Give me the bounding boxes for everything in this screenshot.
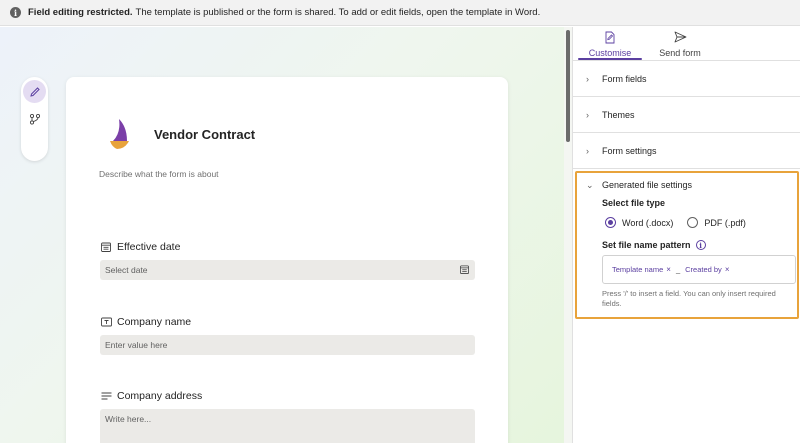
company-address-placeholder: Write here... bbox=[105, 414, 152, 424]
field-label-effective-date: Effective date bbox=[100, 240, 475, 254]
radio-label: Word (.docx) bbox=[622, 217, 674, 228]
file-type-label: Select file type bbox=[602, 198, 666, 208]
company-name-placeholder: Enter value here bbox=[105, 340, 168, 350]
settings-panel: Customise Send form › Form fields › Them… bbox=[572, 27, 800, 443]
tool-rail bbox=[21, 77, 48, 161]
generated-file-settings-header[interactable]: ⌄ Generated file settings bbox=[586, 178, 788, 192]
radio-indicator bbox=[605, 217, 616, 228]
token-label: Template name bbox=[612, 265, 664, 274]
info-icon[interactable]: i bbox=[695, 240, 706, 250]
textbox-icon bbox=[100, 316, 112, 328]
radio-indicator bbox=[687, 217, 699, 228]
section-themes[interactable]: › Themes bbox=[573, 97, 800, 133]
file-name-pattern-label: Set file name pattern i bbox=[602, 240, 788, 250]
chevron-right-icon: › bbox=[586, 73, 589, 84]
send-icon bbox=[674, 30, 687, 44]
notice-text: The template is published or the form is… bbox=[135, 7, 541, 18]
token-created-by: Created by × bbox=[685, 265, 729, 274]
calendar-picker-icon[interactable] bbox=[460, 265, 469, 274]
form-title[interactable]: Vendor Contract bbox=[154, 127, 255, 142]
remove-token-icon[interactable]: × bbox=[666, 265, 671, 274]
generated-file-settings: ⌄ Generated file settings Select file ty… bbox=[575, 171, 799, 319]
remove-token-icon[interactable]: × bbox=[725, 265, 730, 274]
pattern-label-text: Set file name pattern bbox=[602, 240, 691, 250]
info-icon: i bbox=[10, 7, 21, 18]
date-placeholder: Select date bbox=[105, 265, 148, 275]
form-card: Vendor Contract Describe what the form i… bbox=[66, 77, 508, 443]
date-input[interactable]: Select date bbox=[100, 260, 475, 280]
branch-icon bbox=[29, 113, 40, 125]
section-label: Form fields bbox=[602, 73, 647, 84]
pencil-icon bbox=[29, 86, 40, 97]
chevron-right-icon: › bbox=[586, 109, 589, 120]
notice-title: Field editing restricted. bbox=[28, 7, 133, 18]
chevron-down-icon: ⌄ bbox=[586, 179, 594, 190]
file-name-pattern-input[interactable]: Template name × _ Created by × bbox=[602, 255, 796, 284]
section-label: Generated file settings bbox=[602, 180, 693, 190]
section-label: Form settings bbox=[602, 145, 657, 156]
section-form-fields[interactable]: › Form fields bbox=[573, 61, 800, 97]
pattern-hint: Press '/' to insert a field. You can onl… bbox=[602, 289, 776, 308]
notification-bar: i Field editing restricted. The template… bbox=[0, 0, 800, 26]
radio-word[interactable]: Word (.docx) bbox=[605, 217, 673, 228]
lines-icon bbox=[100, 390, 112, 402]
section-label: Themes bbox=[602, 109, 635, 120]
calendar-icon bbox=[100, 241, 112, 253]
file-type-radio-group: Word (.docx) PDF (.pdf) bbox=[605, 217, 788, 228]
customise-icon bbox=[604, 30, 616, 44]
section-form-settings[interactable]: › Form settings bbox=[573, 133, 800, 169]
field-label-text: Effective date bbox=[117, 241, 181, 253]
field-label-text: Company address bbox=[117, 390, 203, 402]
tab-send-form[interactable]: Send form bbox=[648, 27, 712, 60]
logic-button[interactable] bbox=[23, 107, 46, 130]
canvas-scrollbar-thumb[interactable] bbox=[566, 30, 570, 142]
radio-label: PDF (.pdf) bbox=[704, 217, 746, 228]
panel-tabs: Customise Send form bbox=[573, 27, 800, 60]
form-logo bbox=[110, 119, 129, 149]
field-company-address: Company address Write here... bbox=[100, 389, 475, 443]
token-template-name: Template name × bbox=[612, 265, 671, 274]
form-canvas: Vendor Contract Describe what the form i… bbox=[0, 27, 567, 443]
tab-label: Send form bbox=[659, 48, 701, 58]
field-label-company-address: Company address bbox=[100, 389, 475, 403]
company-name-input[interactable]: Enter value here bbox=[100, 335, 475, 355]
field-label-text: Company name bbox=[117, 316, 192, 328]
chevron-right-icon: › bbox=[586, 145, 589, 156]
tab-label: Customise bbox=[588, 48, 632, 58]
field-company-name: Company name Enter value here bbox=[100, 315, 475, 355]
company-address-textarea[interactable]: Write here... bbox=[100, 409, 475, 443]
tab-customise[interactable]: Customise bbox=[578, 27, 642, 60]
field-label-company-name: Company name bbox=[100, 315, 475, 329]
field-effective-date: Effective date Select date bbox=[100, 240, 475, 280]
edit-button[interactable] bbox=[23, 80, 46, 103]
token-separator: _ bbox=[675, 265, 681, 274]
token-label: Created by bbox=[685, 265, 722, 274]
form-description[interactable]: Describe what the form is about bbox=[99, 169, 219, 179]
radio-pdf[interactable]: PDF (.pdf) bbox=[687, 217, 746, 228]
